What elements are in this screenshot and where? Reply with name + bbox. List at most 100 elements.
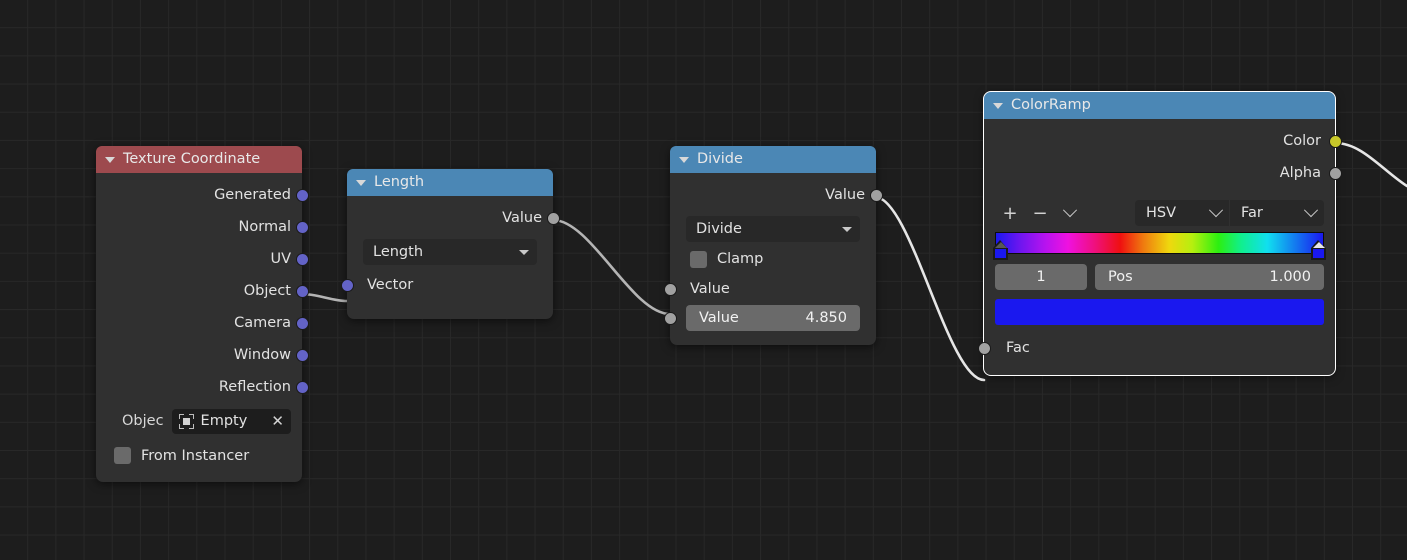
vector-socket-uv[interactable] [295, 252, 309, 266]
value-socket-output[interactable] [869, 188, 883, 202]
operation-dropdown[interactable]: Divide [686, 216, 860, 242]
output-row-value: Value [347, 202, 560, 234]
vector-socket-camera[interactable] [295, 316, 309, 330]
output-label-alpha: Alpha [1279, 165, 1321, 181]
input-row-value-b: Value 4.850 [663, 304, 876, 331]
value-socket-input-b[interactable] [663, 311, 677, 325]
output-label-window: Window [233, 347, 291, 363]
interpolation-dropdown[interactable]: HSV [1135, 200, 1229, 226]
node-header-length[interactable]: Length [347, 169, 553, 196]
colorramp-stop-handle-selected[interactable] [1311, 240, 1326, 260]
node-body-length: Value Length Vector [340, 196, 560, 319]
colorramp-gradient[interactable] [995, 232, 1324, 254]
colorramp-fields: 1 Pos 1.000 [984, 264, 1335, 290]
node-length[interactable]: Length Value Length Vector [340, 169, 560, 319]
output-label-uv: UV [270, 251, 291, 267]
output-row-normal: Normal [96, 211, 309, 243]
input-row-value-a: Value [663, 274, 876, 304]
clamp-checkbox[interactable] [690, 250, 707, 268]
stop-position-field[interactable]: Pos 1.000 [1095, 264, 1324, 290]
node-body-colorramp: Color Alpha + − HSV Far 1 Pos 1.000 Fac [977, 119, 1342, 375]
output-row-object: Object [96, 275, 309, 307]
node-title: ColorRamp [1011, 97, 1091, 113]
colorramp-menu-button[interactable] [1055, 200, 1085, 226]
object-field[interactable]: Empty ✕ [171, 408, 291, 434]
pos-value: 1.000 [1269, 269, 1311, 285]
value-socket-input-a[interactable] [663, 282, 677, 296]
value-socket-output[interactable] [546, 211, 560, 225]
output-label-value: Value [825, 187, 865, 203]
output-label-object: Object [243, 283, 291, 299]
node-texture-coordinate[interactable]: Texture Coordinate Generated Normal UV O… [96, 146, 309, 482]
object-selector-row: Objec Empty ✕ [96, 403, 302, 439]
hue-interpolation-dropdown[interactable]: Far [1230, 200, 1324, 226]
node-colorramp[interactable]: ColorRamp Color Alpha + − HSV Far 1 Pos … [977, 91, 1342, 376]
stop-index-field[interactable]: 1 [995, 264, 1087, 290]
vector-socket-normal[interactable] [295, 220, 309, 234]
node-title: Divide [697, 151, 743, 167]
value-slider-value: 4.850 [805, 310, 847, 326]
node-body-divide: Value Divide Clamp Value Value 4.850 [663, 173, 883, 345]
pos-label: Pos [1108, 269, 1133, 285]
collapse-triangle-icon[interactable] [679, 157, 689, 163]
vector-socket-reflection[interactable] [295, 380, 309, 394]
clamp-row[interactable]: Clamp [670, 244, 876, 274]
value-slider-label: Value [699, 310, 739, 326]
output-row-reflection: Reflection [96, 371, 309, 403]
clear-object-icon[interactable]: ✕ [271, 413, 284, 429]
node-title: Length [374, 174, 425, 190]
color-socket-output[interactable] [1328, 134, 1342, 148]
node-header-texture-coordinate[interactable]: Texture Coordinate [96, 146, 302, 173]
vector-socket-window[interactable] [295, 348, 309, 362]
empty-object-icon [178, 413, 194, 429]
from-instancer-row[interactable]: From Instancer [96, 439, 302, 472]
operation-dropdown[interactable]: Length [363, 239, 537, 265]
output-row-color: Color [984, 125, 1342, 157]
from-instancer-checkbox[interactable] [114, 447, 131, 464]
node-header-divide[interactable]: Divide [670, 146, 876, 173]
value-socket-alpha[interactable] [1328, 166, 1342, 180]
stop-color-swatch [994, 249, 1007, 258]
link-length-value-to-divide-value [551, 218, 672, 316]
collapse-triangle-icon[interactable] [356, 180, 366, 186]
output-label-camera: Camera [234, 315, 291, 331]
value-socket-fac[interactable] [977, 341, 991, 355]
operation-dropdown-wrap: Divide [670, 211, 876, 242]
link-texcoord-object-to-length-vector [300, 292, 349, 303]
output-row-alpha: Alpha [984, 157, 1342, 189]
vector-socket-generated[interactable] [295, 188, 309, 202]
colorramp-stop-handle[interactable] [993, 240, 1008, 260]
input-label-fac: Fac [1006, 340, 1030, 356]
output-row-generated: Generated [96, 179, 309, 211]
operation-dropdown-wrap: Length [347, 234, 553, 265]
clamp-label: Clamp [717, 251, 764, 267]
output-row-camera: Camera [96, 307, 309, 339]
link-colorramp-color-offscreen [1333, 141, 1407, 188]
input-row-vector: Vector [340, 269, 553, 301]
operation-value: Divide [696, 221, 742, 237]
stop-color-bar[interactable] [995, 299, 1324, 325]
stop-color-swatch [1312, 249, 1325, 258]
remove-stop-button[interactable]: − [1025, 200, 1055, 226]
vector-socket-input[interactable] [340, 278, 354, 292]
colorramp-gradient-wrap[interactable] [993, 232, 1326, 260]
value-slider-b[interactable]: Value 4.850 [686, 305, 860, 331]
vector-socket-object[interactable] [295, 284, 309, 298]
node-body-texture-coordinate: Generated Normal UV Object Camera Window [96, 173, 309, 482]
output-row-value: Value [670, 179, 883, 211]
chevron-down-icon [519, 249, 529, 255]
chevron-down-icon [1062, 203, 1078, 218]
node-editor-canvas[interactable]: Texture Coordinate Generated Normal UV O… [0, 0, 1407, 560]
from-instancer-label: From Instancer [141, 447, 250, 464]
input-label-value-a: Value [690, 281, 730, 297]
add-stop-button[interactable]: + [995, 200, 1025, 226]
output-label-normal: Normal [238, 219, 291, 235]
input-label-vector: Vector [367, 277, 414, 293]
node-divide[interactable]: Divide Value Divide Clamp Value Value 4.… [663, 146, 883, 345]
colorramp-toolbar: + − HSV Far [984, 199, 1335, 227]
input-row-fac: Fac [977, 333, 1335, 363]
collapse-triangle-icon[interactable] [105, 157, 115, 163]
collapse-triangle-icon[interactable] [993, 103, 1003, 109]
node-header-colorramp[interactable]: ColorRamp [984, 92, 1335, 119]
chevron-down-icon [1208, 203, 1224, 218]
